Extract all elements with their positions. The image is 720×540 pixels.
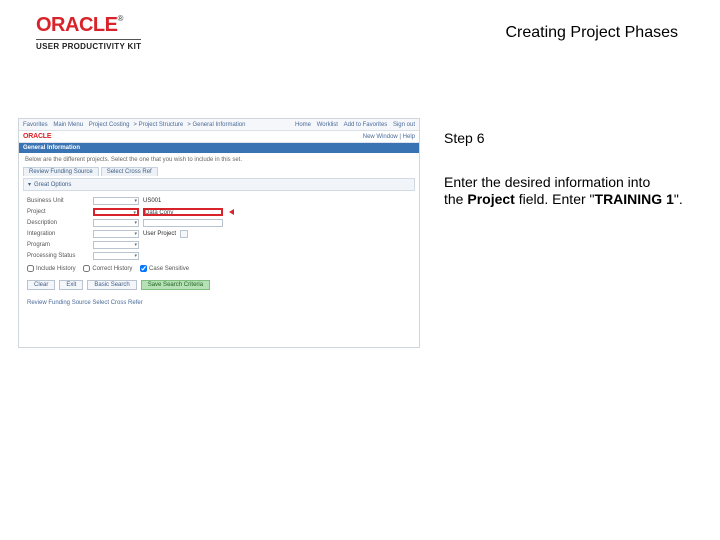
- program-label: Program: [27, 242, 89, 248]
- correct-history-checkbox[interactable]: Correct History: [83, 266, 132, 272]
- row-description: Description: [27, 217, 411, 228]
- home-link[interactable]: Home: [295, 122, 311, 128]
- section-note: Below are the different projects. Select…: [19, 153, 419, 167]
- clear-button[interactable]: Clear: [27, 280, 55, 290]
- app-topbar-tools: Home Worklist Add to Favorites Sign out: [291, 122, 415, 128]
- chevron-down-icon: ▾: [28, 181, 31, 188]
- integration-value: User Project: [143, 231, 176, 237]
- basic-search-button[interactable]: Basic Search: [87, 280, 136, 290]
- include-history-checkbox[interactable]: Include History: [27, 266, 76, 272]
- signout-link[interactable]: Sign out: [393, 122, 415, 128]
- highlight-arrow-icon: [229, 209, 234, 215]
- lookup-icon[interactable]: [180, 230, 188, 238]
- business-unit-dropdown[interactable]: [93, 197, 139, 205]
- page-title: Creating Project Phases: [505, 24, 678, 42]
- group-header[interactable]: ▾ Great Options: [23, 178, 415, 191]
- tab-select-crossref[interactable]: Select Cross Ref: [101, 167, 158, 176]
- project-input[interactable]: Data Conv: [143, 208, 223, 216]
- oracle-upk-subline: USER PRODUCTIVITY KIT: [36, 39, 141, 51]
- oracle-wordmark: ORACLE: [36, 14, 117, 36]
- project-field[interactable]: [93, 208, 139, 216]
- description-dropdown[interactable]: [93, 219, 139, 227]
- button-bar: Clear Exit Basic Search Save Search Crit…: [19, 276, 419, 294]
- instruction-line2-post: ".: [674, 191, 683, 207]
- trademark-symbol: ®: [117, 14, 123, 23]
- footer-links[interactable]: Review Funding Source Select Cross Refer: [19, 294, 419, 312]
- mini-oracle-logo: ORACLE: [23, 133, 51, 140]
- integration-label: Integration: [27, 231, 89, 237]
- case-sensitive-checkbox[interactable]: Case Sensitive: [140, 266, 189, 272]
- app-brandrow: ORACLE New Window | Help: [19, 131, 419, 143]
- exit-button[interactable]: Exit: [59, 280, 83, 290]
- app-topbar: Favorites Main Menu Project Costing> Pro…: [19, 119, 419, 131]
- description-input[interactable]: [143, 219, 223, 227]
- form: Business Unit US001 Project Data Conv De…: [19, 195, 419, 261]
- section-title: General Information: [19, 143, 419, 153]
- processing-status-label: Processing Status: [27, 253, 89, 259]
- description-label: Description: [27, 220, 89, 226]
- breadcrumb-item[interactable]: Project Structure: [139, 122, 184, 128]
- row-program: Program: [27, 239, 411, 250]
- row-project: Project Data Conv: [27, 206, 411, 217]
- instruction-line1: Enter the desired information into: [444, 174, 650, 190]
- add-favorites-link[interactable]: Add to Favorites: [344, 122, 388, 128]
- checkbox-row: Include History Correct History Case Sen…: [19, 261, 419, 276]
- breadcrumb: Favorites Main Menu Project Costing> Pro…: [23, 122, 249, 128]
- instruction-body: Enter the desired information into the P…: [444, 174, 694, 209]
- save-search-button[interactable]: Save Search Criteria: [141, 280, 210, 290]
- instruction-bold-project: Project: [467, 191, 514, 207]
- worklist-link[interactable]: Worklist: [317, 122, 338, 128]
- row-business-unit: Business Unit US001: [27, 195, 411, 206]
- instruction-panel: Step 6 Enter the desired information int…: [444, 130, 694, 209]
- row-processing-status: Processing Status: [27, 250, 411, 261]
- business-unit-label: Business Unit: [27, 198, 89, 204]
- business-unit-value: US001: [143, 198, 161, 204]
- tab-review-funding[interactable]: Review Funding Source: [23, 167, 99, 176]
- subtabs: Review Funding Source Select Cross Ref: [19, 167, 419, 176]
- step-label: Step 6: [444, 130, 694, 148]
- row-integration: Integration User Project: [27, 228, 411, 239]
- instruction-line2-pre: the: [444, 191, 467, 207]
- breadcrumb-item[interactable]: Main Menu: [53, 122, 83, 128]
- new-window-link[interactable]: New Window | Help: [363, 134, 415, 140]
- processing-status-dropdown[interactable]: [93, 252, 139, 260]
- integration-dropdown[interactable]: [93, 230, 139, 238]
- breadcrumb-item[interactable]: Project Costing: [89, 122, 130, 128]
- instruction-line2-mid: field. Enter ": [515, 191, 595, 207]
- oracle-logo-block: ORACLE® USER PRODUCTIVITY KIT: [36, 14, 141, 51]
- group-header-label: Great Options: [34, 182, 71, 188]
- breadcrumb-item[interactable]: Favorites: [23, 122, 48, 128]
- instruction-bold-value: TRAINING 1: [595, 191, 674, 207]
- breadcrumb-item[interactable]: General Information: [192, 122, 245, 128]
- program-dropdown[interactable]: [93, 241, 139, 249]
- project-label: Project: [27, 209, 89, 215]
- application-screenshot: Favorites Main Menu Project Costing> Pro…: [18, 118, 420, 348]
